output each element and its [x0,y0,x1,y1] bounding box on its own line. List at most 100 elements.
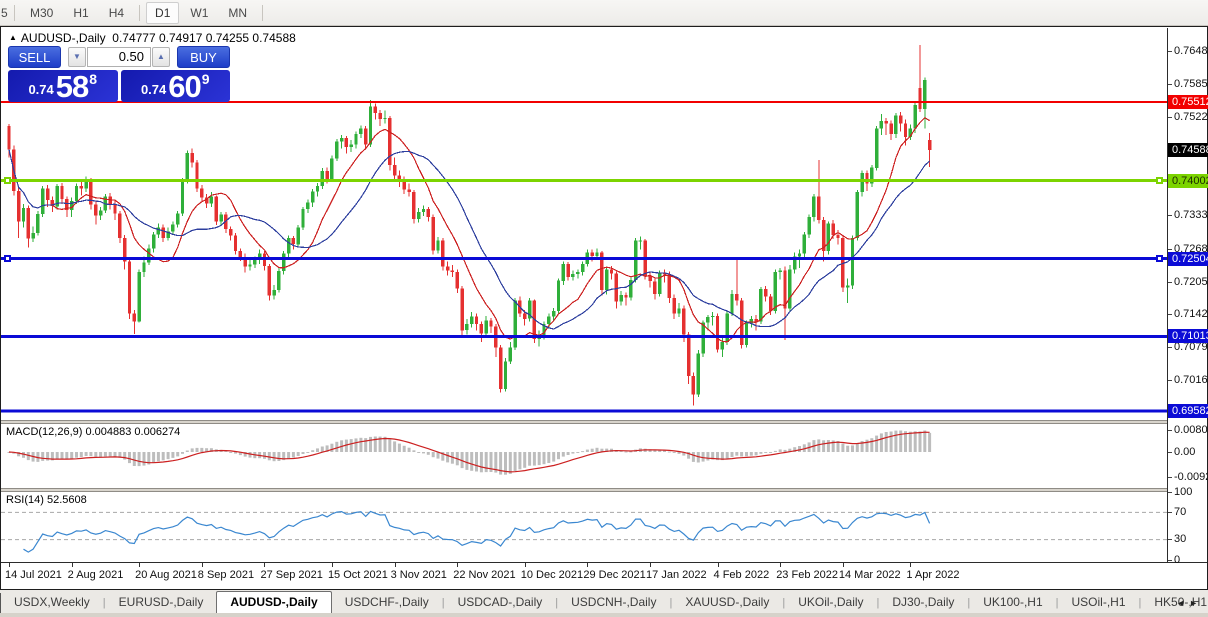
spread-decrease-button[interactable]: ▼ [68,47,86,67]
date-tick [264,563,266,567]
symbol-tab-dj30[interactable]: DJ30-,Daily [879,593,967,613]
date-tick [201,563,203,567]
sell-price-button[interactable]: 0.74 58 8 [8,70,118,102]
date-label: 10 Dec 2021 [520,569,584,581]
date-tick [910,563,912,567]
symbol-tab-xauusd[interactable]: XAUUSD-,Daily [672,593,782,613]
macd-name: MACD(12,26,9) [6,426,83,438]
buy-price-button[interactable]: 0.74 60 9 [120,69,230,104]
sell-price-main: 58 [55,69,89,104]
date-label: 14 Jul 2021 [5,569,62,581]
price-level-badge: 0.72504 [1168,251,1208,266]
date-tick [9,563,10,567]
tab-scroll-left-icon[interactable]: ◄ [1176,598,1189,608]
rsi-pane[interactable]: RSI(14) 52.5608 [1,492,1167,562]
rsi-value: 52.5608 [46,494,87,506]
buy-button[interactable]: BUY [177,46,230,68]
symbol-tab-uk100[interactable]: UK100-,H1 [970,593,1055,613]
buy-price-main: 60 [168,69,201,104]
price-level-badge: 0.71013 [1168,329,1208,344]
price-tick-label: 0.76480 [1168,45,1208,58]
date-label: 23 Feb 2022 [776,569,838,581]
date-label: 1 Apr 2022 [906,569,960,581]
timeframe-button-mn[interactable]: MN [219,2,256,24]
rsi-name: RSI(14) [6,494,44,506]
rsi-tick-label: 70 [1168,506,1208,519]
chart-title: ▲ AUDUSD-,Daily 0.74777 0.74917 0.74255 0… [9,31,296,45]
toolbar-separator [14,4,15,21]
date-label: 4 Feb 2022 [713,569,770,581]
timeframe-button-w1[interactable]: W1 [181,2,217,24]
macd-tick-label: 0.008061 [1168,424,1208,437]
price-level-badge: 0.75512 [1168,95,1208,109]
date-tick [717,563,719,567]
rsi-tick-label: 0 [1168,554,1208,567]
toolbar-separator [139,4,141,21]
price-axis[interactable]: 0.764800.758500.752200.733300.726850.720… [1167,28,1208,566]
one-click-trading-panel: SELL ▼ 0.50 ▲ BUY 0.74 58 8 0.74 60 9 [8,45,230,102]
date-tick [394,563,396,567]
timeframe-button-m30[interactable]: M30 [21,2,62,24]
date-label: 15 Oct 2021 [327,569,388,581]
buy-price-prefix: 0.74 [140,82,167,97]
symbol-tab-eurusd[interactable]: EURUSD-,Daily [106,593,217,613]
timeframe-button-h1[interactable]: H1 [64,2,97,24]
price-level-badge: 0.74002 [1168,173,1208,188]
timeframe-toolbar: 5 M30 H1 H4 D1 W1 MN [0,0,1208,26]
date-label: 22 Nov 2021 [453,569,516,581]
symbol-tab-usdx[interactable]: USDX,Weekly [1,593,103,613]
trade-panel-top-row: SELL ▼ 0.50 ▲ BUY [8,45,230,69]
tab-scroll-arrows[interactable]: ◄► [1176,598,1202,608]
price-tick-label: 0.71425 [1168,308,1208,321]
date-tick [587,563,589,567]
date-label: 2 Aug 2021 [67,569,124,581]
macd-pane[interactable]: MACD(12,26,9) 0.004883 0.006274 [1,424,1167,488]
timeframe-button-d1[interactable]: D1 [146,1,180,24]
trade-panel-prices: 0.74 58 8 0.74 60 9 [8,70,230,102]
toolbar-separator [262,4,264,21]
spread-increase-button[interactable]: ▲ [152,47,170,67]
date-label: 29 Dec 2021 [583,569,646,581]
symbol-tab-ukoil[interactable]: UKOil-,Daily [785,593,876,613]
date-tick [331,563,333,567]
symbol-tab-audusd[interactable]: AUDUSD-,Daily [216,591,332,613]
price-level-badge: 0.69582 [1168,403,1208,418]
price-level-badge: 0.74588 [1168,143,1208,158]
tab-scroll-right-icon[interactable]: ► [1189,598,1202,608]
sell-price-prefix: 0.74 [28,82,54,97]
collapse-triangle-icon[interactable]: ▲ [9,33,17,42]
rsi-label: RSI(14) 52.5608 [6,494,87,506]
price-tick-label: 0.70165 [1168,374,1208,387]
date-label: 14 Mar 2022 [838,569,901,581]
symbol-tab-usdchf[interactable]: USDCHF-,Daily [332,593,442,613]
date-tick [780,563,782,567]
macd-tick-label: -0.00928 [1168,471,1208,484]
sell-button[interactable]: SELL [8,46,61,68]
symbol-tab-usdcad[interactable]: USDCAD-,Daily [445,593,556,613]
rsi-tick-label: 100 [1168,486,1208,499]
time-axis[interactable]: 14 Jul 2021 2 Aug 2021 20 Aug 2021 8 Sep 20… [1,562,1207,589]
volume-input[interactable]: 0.50 [87,47,151,67]
chart-ohlc-values: 0.74777 0.74917 0.74255 0.74588 [112,31,296,45]
date-tick [71,563,73,567]
date-tick [139,563,141,567]
price-tick-label: 0.75850 [1168,78,1208,91]
chart-window: ▲ AUDUSD-,Daily 0.74777 0.74917 0.74255 0… [0,26,1208,590]
macd-values: 0.004883 0.006274 [85,426,181,438]
symbol-tab-usdcnh[interactable]: USDCNH-,Daily [558,593,669,613]
macd-tick-label: 0.00 [1168,446,1208,459]
rsi-plot [1,510,1167,553]
date-tick [842,563,844,567]
symbol-tab-bar: USDX,Weekly | EURUSD-,Daily AUDUSD-,Daily US… [0,590,1208,613]
price-tick-label: 0.75220 [1168,111,1208,124]
timeframe-button-h4[interactable]: H4 [100,2,133,24]
symbol-tab-usoil[interactable]: USOil-,H1 [1059,593,1139,613]
buy-price-pip: 9 [201,71,210,87]
date-label: 8 Sep 2021 [197,569,255,581]
date-label: 17 Jan 2022 [646,569,707,581]
price-tick-label: 0.72055 [1168,276,1208,289]
date-tick [457,563,459,567]
timeframe-button-m5-partial[interactable]: 5 [1,6,9,20]
price-chart-pane[interactable]: ▲ AUDUSD-,Daily 0.74777 0.74917 0.74255 0… [1,28,1167,420]
date-label: 27 Sep 2021 [260,569,323,581]
